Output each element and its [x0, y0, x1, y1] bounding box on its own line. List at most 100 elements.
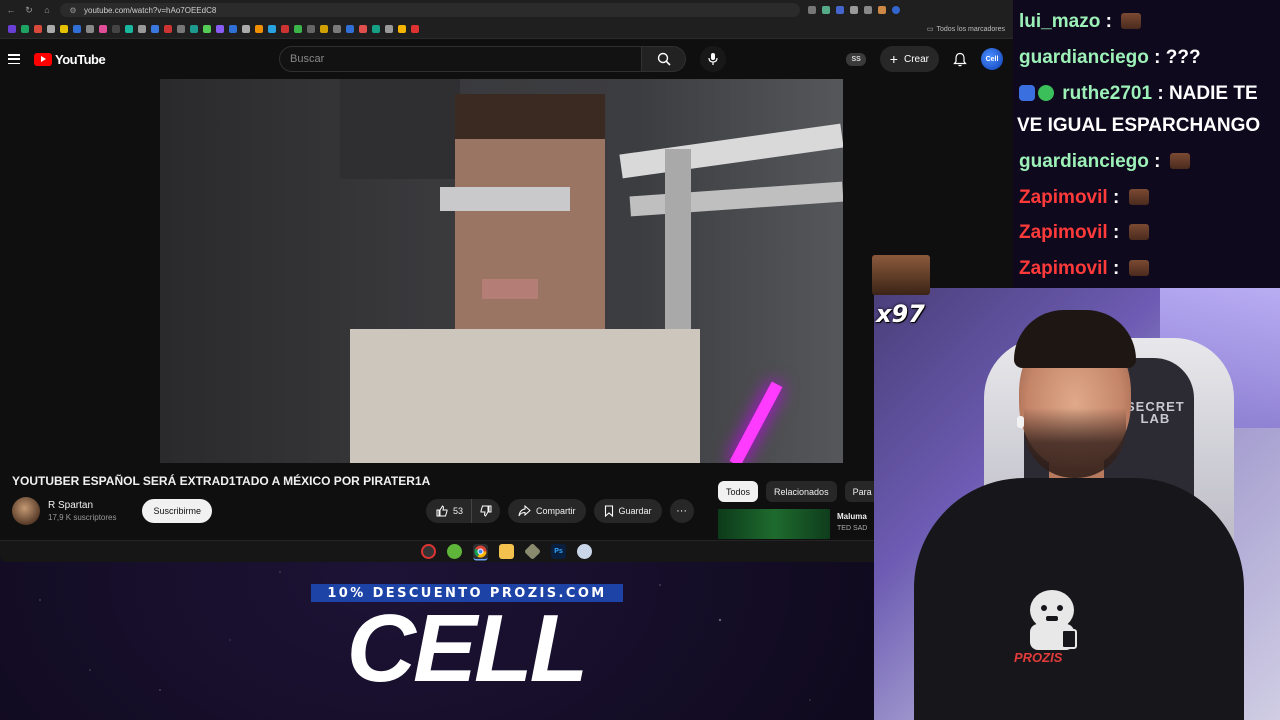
- taskbar-app-icon[interactable]: [421, 544, 436, 559]
- video-player[interactable]: [160, 79, 843, 463]
- bookmark-icon[interactable]: [8, 25, 16, 33]
- address-bar: ← ↻ ⌂ ⚙ youtube.com/watch?v=hAo7OEEdC8: [0, 0, 1013, 20]
- photoshop-icon[interactable]: Ps: [551, 544, 566, 559]
- bookmark-icon[interactable]: [47, 25, 55, 33]
- bookmark-icon[interactable]: [86, 25, 94, 33]
- pixelated-person-face: [455, 139, 605, 339]
- create-button[interactable]: + Crear: [879, 46, 939, 72]
- search-button[interactable]: [642, 46, 686, 72]
- bookmark-icon[interactable]: [268, 25, 276, 33]
- bookmark-icon[interactable]: [34, 25, 42, 33]
- dislike-button[interactable]: [472, 499, 501, 523]
- bookmark-icon[interactable]: [320, 25, 328, 33]
- bookmark-icon[interactable]: [138, 25, 146, 33]
- search-input[interactable]: [279, 46, 642, 72]
- streamer-hair: [1014, 310, 1136, 368]
- url-field[interactable]: ⚙ youtube.com/watch?v=hAo7OEEdC8: [60, 3, 800, 17]
- related-video-title[interactable]: Maluma: [837, 512, 867, 521]
- chat-text: :: [1112, 258, 1120, 279]
- bookmark-icon[interactable]: [99, 25, 107, 33]
- bookmark-icon[interactable]: [255, 25, 263, 33]
- extension-icon[interactable]: [850, 6, 858, 14]
- voice-search-button[interactable]: [700, 46, 726, 72]
- chip-all[interactable]: Todos: [718, 481, 759, 502]
- extension-icon[interactable]: [822, 6, 830, 14]
- extension-icon[interactable]: [864, 6, 872, 14]
- emote-icon: [1169, 153, 1190, 169]
- folder-icon[interactable]: [499, 544, 514, 559]
- bookmark-icon[interactable]: [164, 25, 172, 33]
- home-icon[interactable]: ⌂: [42, 5, 52, 15]
- bookmark-icon[interactable]: [60, 25, 68, 33]
- chat-message: ruthe2701 : NADIE TE: [1019, 83, 1258, 105]
- bookmark-icon[interactable]: [411, 25, 419, 33]
- emote-icon: [1128, 260, 1149, 276]
- save-button[interactable]: Guardar: [593, 499, 662, 523]
- bookmark-icon[interactable]: [229, 25, 237, 33]
- related-video-thumbnail[interactable]: [718, 509, 830, 539]
- hamburger-menu-icon[interactable]: [8, 54, 20, 64]
- bookmark-icon[interactable]: [333, 25, 341, 33]
- bookmark-icon[interactable]: [307, 25, 315, 33]
- emote-combo-icon: [872, 255, 930, 295]
- site-info-icon[interactable]: ⚙: [68, 6, 78, 15]
- pixelated-person-shirt: [350, 329, 700, 463]
- bookmark-icon[interactable]: [151, 25, 159, 33]
- notifications-bell-icon[interactable]: [953, 52, 967, 67]
- channel-avatar[interactable]: [12, 497, 40, 525]
- account-avatar[interactable]: Cell: [981, 48, 1003, 70]
- bookmark-icon[interactable]: [359, 25, 367, 33]
- bookmark-icon[interactable]: [372, 25, 380, 33]
- lamp-arm: [629, 181, 843, 217]
- extension-icon[interactable]: [878, 6, 886, 14]
- reload-icon[interactable]: ↻: [24, 5, 34, 16]
- like-button[interactable]: 53: [426, 499, 473, 523]
- youtube-logo[interactable]: YouTube: [34, 51, 106, 67]
- bookmark-icon[interactable]: [125, 25, 133, 33]
- shirt-brand-text: PROZIS: [1014, 650, 1063, 665]
- bookmark-icon[interactable]: [398, 25, 406, 33]
- taskbar-app-icon[interactable]: [524, 543, 541, 560]
- taskbar-app-icon[interactable]: [447, 544, 462, 559]
- bookmark-icon[interactable]: [216, 25, 224, 33]
- ss-badge[interactable]: SS: [846, 52, 866, 66]
- chat-username: lui_mazo: [1019, 11, 1101, 32]
- subscribe-button[interactable]: Suscribirme: [142, 499, 212, 523]
- profile-icon[interactable]: [892, 6, 900, 14]
- back-icon[interactable]: ←: [6, 5, 16, 15]
- bookmark-icon[interactable]: [294, 25, 302, 33]
- extension-icon[interactable]: [836, 6, 844, 14]
- pixelated-mouth: [482, 279, 538, 299]
- bookmark-icon[interactable]: [242, 25, 250, 33]
- chat-username: guardianciego: [1019, 47, 1149, 68]
- stream-layout: ← ↻ ⌂ ⚙ youtube.com/watch?v=hAo7OEEdC8 ▭…: [0, 0, 1280, 720]
- chip-related[interactable]: Relacionados: [766, 481, 837, 502]
- extension-icon[interactable]: [808, 6, 816, 14]
- taskbar-app-icon[interactable]: [577, 544, 592, 559]
- bookmark-icon[interactable]: [203, 25, 211, 33]
- bookmark-icon[interactable]: [73, 25, 81, 33]
- chat-message: Zapimovil :: [1019, 222, 1149, 244]
- browser-window: ← ↻ ⌂ ⚙ youtube.com/watch?v=hAo7OEEdC8 ▭…: [0, 0, 1013, 562]
- bookmark-icon[interactable]: [190, 25, 198, 33]
- youtube-logo-text: YouTube: [55, 51, 106, 67]
- chat-username: Zapimovil: [1019, 258, 1108, 279]
- bookmark-icon[interactable]: [21, 25, 29, 33]
- lamp-arm: [619, 123, 843, 179]
- bookmark-icon[interactable]: [281, 25, 289, 33]
- bookmark-icon[interactable]: [112, 25, 120, 33]
- channel-name[interactable]: R Spartan: [48, 500, 116, 511]
- more-actions-button[interactable]: ···: [669, 499, 694, 523]
- all-bookmarks-folder[interactable]: ▭ Todos los marcadores: [927, 25, 1005, 34]
- bookmark-icon[interactable]: [346, 25, 354, 33]
- bookmark-icon[interactable]: [385, 25, 393, 33]
- youtube-play-icon: [34, 52, 52, 66]
- share-button[interactable]: Compartir: [508, 499, 586, 523]
- like-count: 53: [453, 506, 464, 516]
- microphone-icon: [708, 53, 718, 65]
- chrome-icon[interactable]: [473, 544, 488, 559]
- bookmark-icon[interactable]: [177, 25, 185, 33]
- promo-brand-logo: CELL: [346, 595, 589, 702]
- pixelated-background: [340, 79, 460, 179]
- create-label: Crear: [903, 53, 929, 65]
